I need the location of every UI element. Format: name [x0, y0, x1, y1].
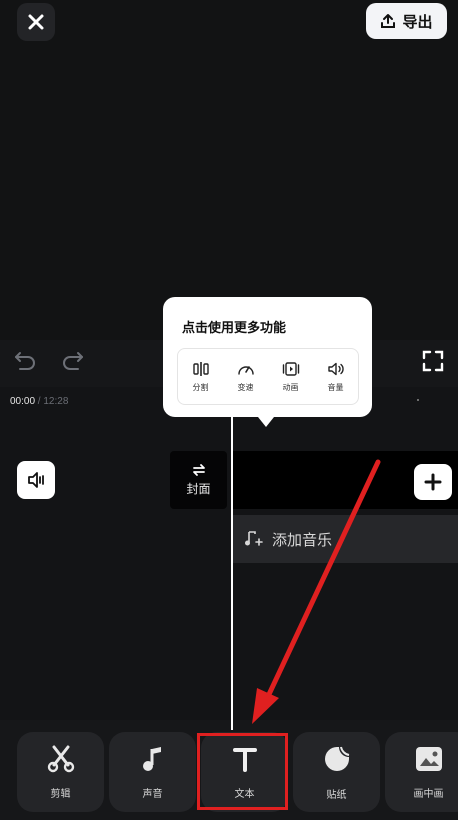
music-add-icon: [245, 531, 263, 546]
text-tool-highlight-box: [197, 733, 288, 810]
sticker-icon: [324, 746, 349, 771]
volume-icon: [327, 362, 344, 375]
popup-title: 点击使用更多功能: [182, 320, 287, 335]
total-time: 12:28: [43, 396, 69, 407]
cover-label: 封面: [186, 482, 211, 496]
export-button[interactable]: 导出: [366, 3, 447, 39]
add-music-label: 添加音乐: [272, 531, 333, 549]
popup-item-label: 分割: [192, 382, 209, 392]
tool-label: 声音: [142, 788, 163, 800]
undo-icon[interactable]: [12, 348, 40, 374]
plus-icon: [424, 473, 442, 491]
export-label: 导出: [402, 13, 433, 31]
timeline-marker-dot: [417, 399, 419, 401]
popup-feature-row: 分割 变速 动画 音量: [177, 348, 359, 405]
tool-label: 剪辑: [50, 788, 71, 800]
mute-button[interactable]: [17, 461, 55, 499]
speaker-mute-icon: [28, 472, 44, 488]
animation-icon: [282, 361, 299, 376]
timeline-area: 00:00 / 12:28 封面 添加音乐: [0, 387, 458, 720]
add-music-track[interactable]: 添加音乐: [232, 515, 458, 563]
video-preview: [0, 0, 458, 340]
popup-item-speed[interactable]: 变速: [226, 361, 266, 393]
redo-icon[interactable]: [58, 348, 86, 374]
popup-item-volume[interactable]: 音量: [316, 361, 356, 393]
playhead[interactable]: [231, 405, 233, 730]
close-button[interactable]: [17, 3, 55, 41]
close-icon: [28, 14, 44, 30]
popup-item-animation[interactable]: 动画: [271, 361, 311, 393]
scissors-icon: [47, 745, 74, 772]
music-note-icon: [142, 746, 161, 771]
tool-edit[interactable]: 剪辑: [17, 732, 104, 812]
popup-item-label: 音量: [327, 382, 344, 392]
swap-icon: [192, 464, 205, 476]
time-readout: 00:00 / 12:28: [10, 396, 68, 407]
popup-item-label: 变速: [237, 382, 254, 392]
add-clip-button[interactable]: [414, 464, 452, 500]
fullscreen-icon[interactable]: [422, 350, 444, 372]
speed-icon: [237, 365, 254, 375]
tool-sticker[interactable]: 贴纸: [293, 732, 380, 812]
current-time: 00:00: [10, 396, 36, 407]
cover-button[interactable]: 封面: [170, 451, 227, 509]
tool-picture-in-picture[interactable]: 画中画: [385, 732, 458, 812]
tool-audio[interactable]: 声音: [109, 732, 196, 812]
popup-item-label: 动画: [282, 382, 299, 392]
tool-label: 画中画: [413, 788, 444, 800]
picture-in-picture-icon: [415, 746, 442, 771]
tool-label: 贴纸: [326, 789, 347, 801]
split-icon: [192, 361, 209, 376]
upload-icon: [381, 14, 396, 28]
feature-tip-popup: 点击使用更多功能 分割 变速 动画 音量: [163, 297, 372, 427]
popup-item-split[interactable]: 分割: [181, 361, 221, 393]
